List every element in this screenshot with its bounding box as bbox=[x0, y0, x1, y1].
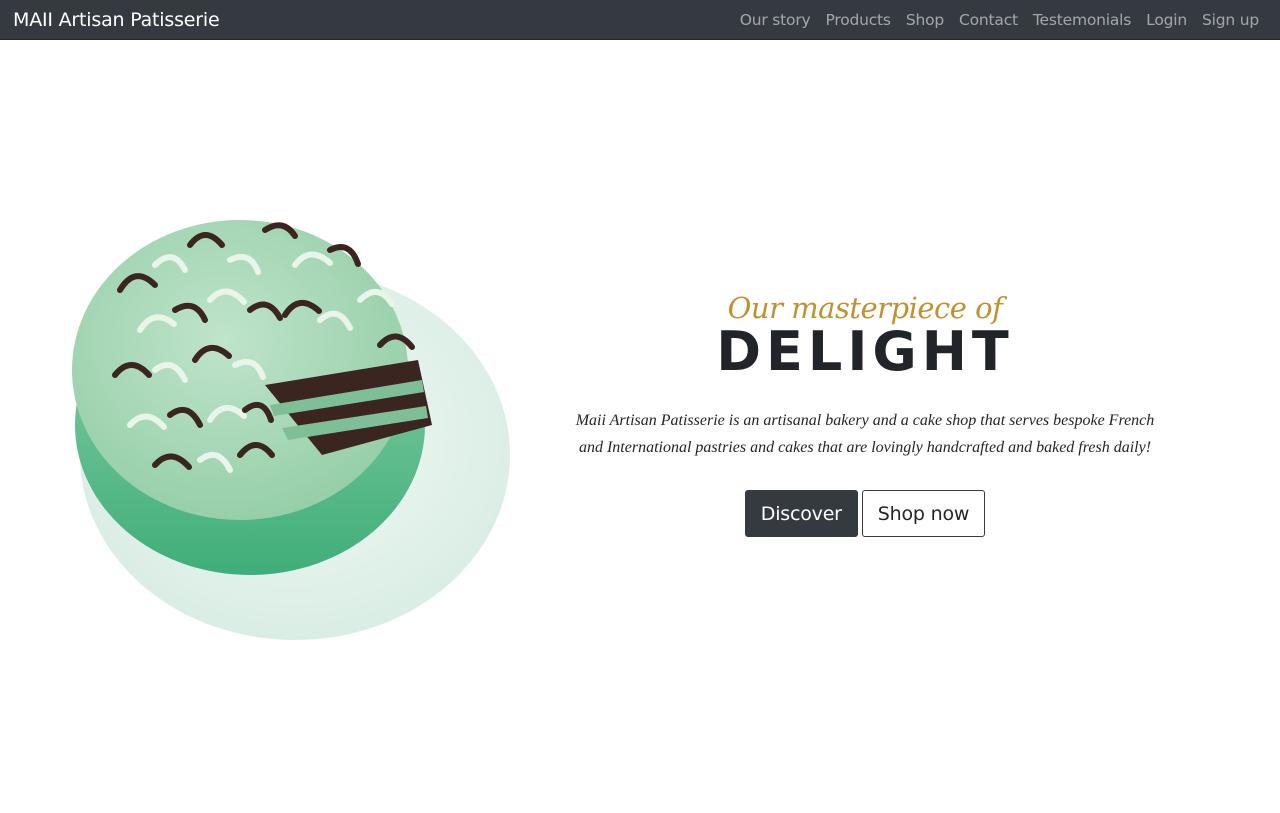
hero-text-block: Our masterpiece of DELIGHT Maii Artisan … bbox=[560, 290, 1170, 537]
hero-headline: DELIGHT bbox=[716, 320, 1014, 383]
nav-links: Our story Products Shop Contact Testemon… bbox=[732, 11, 1267, 29]
shop-now-button[interactable]: Shop now bbox=[861, 490, 986, 537]
hero-description: Maii Artisan Patisserie is an artisanal … bbox=[575, 412, 1155, 456]
nav-link-products[interactable]: Products bbox=[818, 11, 898, 29]
nav-link-testimonials[interactable]: Testemonials bbox=[1025, 11, 1138, 29]
nav-link-our-story[interactable]: Our story bbox=[732, 11, 818, 29]
cake-illustration bbox=[72, 220, 510, 640]
cake-image bbox=[60, 170, 520, 650]
nav-link-login[interactable]: Login bbox=[1139, 11, 1195, 29]
nav-link-sign-up[interactable]: Sign up bbox=[1195, 11, 1268, 29]
hero-section: Our masterpiece of DELIGHT Maii Artisan … bbox=[0, 40, 1280, 813]
discover-button[interactable]: Discover bbox=[744, 490, 858, 537]
hero-buttons: Discover Shop now bbox=[560, 490, 1170, 537]
brand-logo-link[interactable]: MAII Artisan Patisserie bbox=[13, 9, 220, 31]
nav-link-contact[interactable]: Contact bbox=[952, 11, 1026, 29]
top-navbar: MAII Artisan Patisserie Our story Produc… bbox=[0, 0, 1280, 40]
nav-link-shop[interactable]: Shop bbox=[898, 11, 951, 29]
